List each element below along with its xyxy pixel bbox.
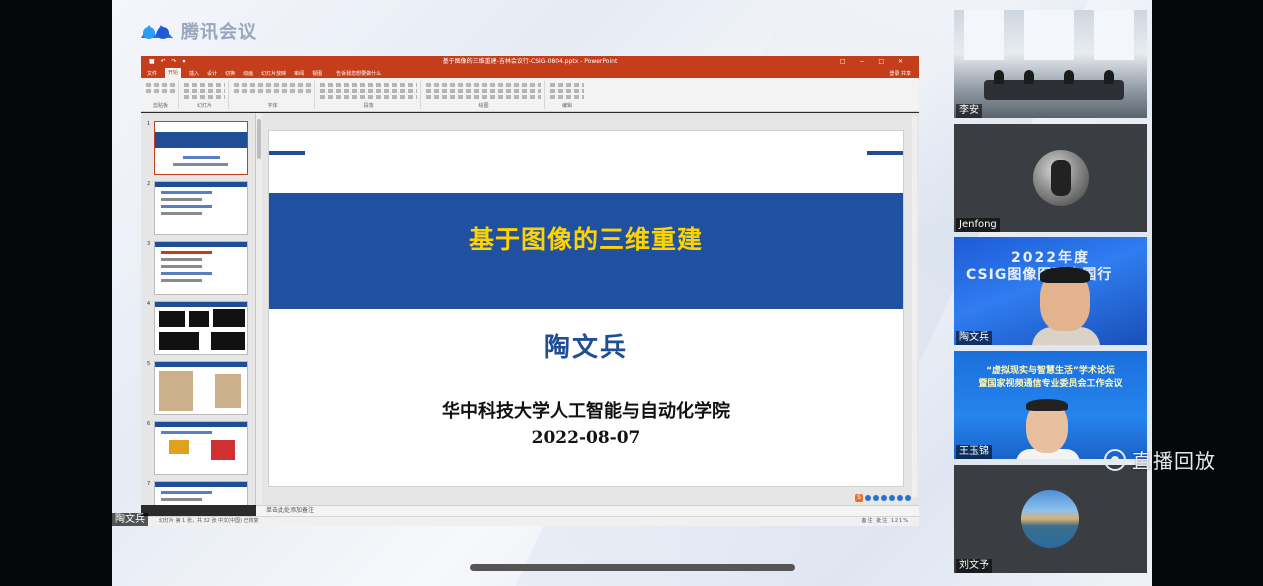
- tab-slideshow[interactable]: 幻灯片放映: [261, 70, 286, 77]
- tab-animations[interactable]: 动画: [243, 70, 253, 77]
- ppt-titlebar: ■ ↶ ↷ ▾ 基于图像的三维重建-吉林会议行-CSIG-0804.pptx -…: [141, 56, 919, 68]
- ppt-statusbar: 幻灯片 第 1 张，共 32 张 中文(中国) 已恢复 备注 批注 121%: [141, 516, 919, 526]
- ppt-body: 1 2 3 4 5 6 7 基于图像的三维重建 陶文兵 华中科技大学人工智能与自…: [141, 113, 919, 505]
- tile-background-text: 暨国家视频通信专业委员会工作会议: [978, 379, 1123, 389]
- participant-name: 王玉锦: [956, 445, 992, 459]
- share-label[interactable]: 登录 共享: [889, 70, 911, 77]
- ribbon-group-slides[interactable]: 幻灯片: [181, 81, 229, 109]
- tab-file[interactable]: 文件: [147, 70, 157, 77]
- ribbon-group-font[interactable]: 字体: [231, 81, 315, 109]
- slide-author: 陶文兵: [543, 333, 628, 363]
- tile-background-text: “虚拟现实与智慧生活”学术论坛: [986, 366, 1115, 376]
- brand: 腾讯会议: [139, 18, 257, 44]
- ppt-ribbon: 剪贴板 幻灯片 字体 段落 绘图 编辑: [141, 78, 919, 112]
- slide-affiliation: 华中科技大学人工智能与自动化学院: [442, 401, 730, 422]
- participant-name: 陶文兵: [956, 331, 992, 345]
- participant-video: [1032, 267, 1100, 345]
- avatar: [1033, 150, 1089, 206]
- ime-toolbar[interactable]: S: [855, 493, 911, 503]
- tab-design[interactable]: 设计: [207, 70, 217, 77]
- live-replay-icon: [1104, 448, 1126, 471]
- ribbon-group-drawing[interactable]: 绘图: [423, 81, 545, 109]
- status-view-controls[interactable]: 备注 批注 121%: [862, 517, 909, 526]
- tab-insert[interactable]: 插入: [189, 70, 199, 77]
- slide-thumbnail[interactable]: 4: [145, 301, 251, 357]
- horizontal-scrollbar[interactable]: [470, 564, 795, 571]
- status-slide-info: 幻灯片 第 1 张，共 32 张 中文(中国) 已恢复: [159, 518, 259, 524]
- ppt-ribbon-tabs: 文件 开始 插入 设计 切换 动画 幻灯片放映 审阅 视图 告诉我您想要做什么 …: [141, 68, 919, 78]
- replay-label: 直播回放: [1132, 449, 1216, 473]
- replay-watermark: 直播回放: [1104, 445, 1216, 474]
- participant-name: Jenfong: [956, 218, 1000, 232]
- tencent-meeting-logo-icon: [141, 25, 173, 39]
- slide-title: 基于图像的三维重建: [468, 225, 703, 254]
- sogou-ime-icon[interactable]: S: [855, 494, 863, 502]
- tab-home[interactable]: 开始: [165, 68, 182, 78]
- window-controls-icon[interactable]: □ − □ ✕: [840, 56, 909, 68]
- shared-screen[interactable]: ■ ↶ ↷ ▾ 基于图像的三维重建-吉林会议行-CSIG-0804.pptx -…: [141, 56, 919, 526]
- slide-date: 2022-08-07: [531, 428, 641, 448]
- tab-transitions[interactable]: 切换: [225, 70, 235, 77]
- slide-thumbnail[interactable]: 7: [145, 481, 251, 505]
- slide-thumbnail[interactable]: 3: [145, 241, 251, 297]
- participant-name: 刘文予: [956, 559, 992, 573]
- participant-video: [1016, 399, 1080, 459]
- ppt-window-title: 基于图像的三维重建-吉林会议行-CSIG-0804.pptx - PowerPo…: [442, 58, 618, 65]
- slide-editor: 基于图像的三维重建 陶文兵 华中科技大学人工智能与自动化学院 2022-08-0…: [262, 113, 919, 505]
- ribbon-group-clipboard[interactable]: 剪贴板: [143, 81, 179, 109]
- tell-me-search[interactable]: 告诉我您想要做什么: [336, 70, 381, 77]
- participant-name: 李安: [956, 104, 982, 118]
- slide-thumbnail-panel[interactable]: 1 2 3 4 5 6 7: [141, 113, 256, 505]
- slide-scrollbar[interactable]: [912, 117, 917, 497]
- slide-thumbnail[interactable]: 6: [145, 421, 251, 477]
- current-slide[interactable]: 基于图像的三维重建 陶文兵 华中科技大学人工智能与自动化学院 2022-08-0…: [268, 130, 904, 487]
- slide-thumbnail[interactable]: 2: [145, 181, 251, 237]
- avatar: [1021, 490, 1079, 548]
- tab-view[interactable]: 视图: [312, 70, 322, 77]
- participant-tile[interactable]: 李安: [954, 10, 1147, 118]
- slide-thumbnail[interactable]: 1: [145, 121, 251, 177]
- slide-thumbnail[interactable]: 5: [145, 361, 251, 417]
- participant-tile[interactable]: Jenfong: [954, 124, 1147, 232]
- ribbon-group-paragraph[interactable]: 段落: [317, 81, 421, 109]
- ribbon-group-editing[interactable]: 编辑: [547, 81, 587, 109]
- presenter-name-tag: 陶文兵: [112, 513, 148, 526]
- participant-tile[interactable]: “虚拟现实与智慧生活”学术论坛 暨国家视频通信专业委员会工作会议 王玉锦: [954, 351, 1147, 459]
- participant-tile[interactable]: 2022年度 CSIG图像图形中国行 陶文兵: [954, 237, 1147, 345]
- participant-tile[interactable]: 刘文予: [954, 465, 1147, 573]
- brand-name: 腾讯会议: [181, 22, 257, 43]
- tab-review[interactable]: 审阅: [294, 70, 304, 77]
- notes-pane[interactable]: 单击此处添加备注: [256, 505, 919, 516]
